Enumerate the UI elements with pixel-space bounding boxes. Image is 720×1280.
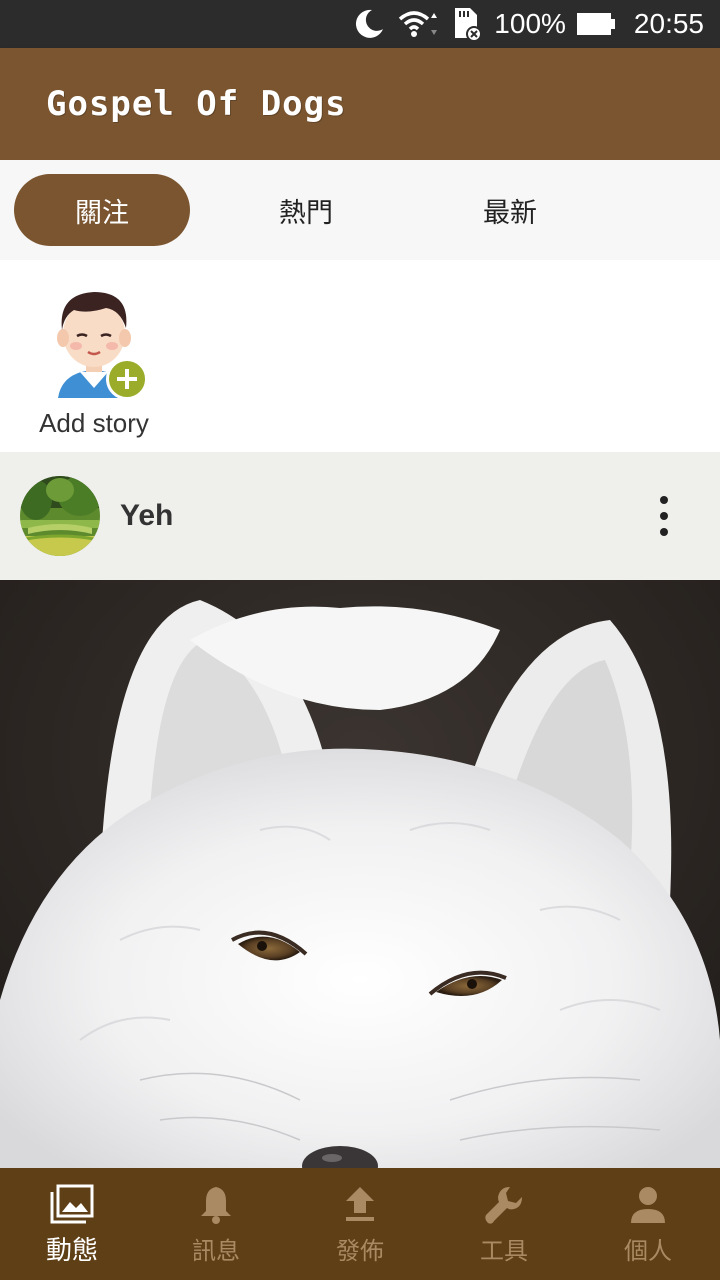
stories-row: Add story [0, 260, 720, 452]
add-icon[interactable] [106, 358, 148, 400]
bottom-navigation: 動態 訊息 發佈 工具 個人 [0, 1168, 720, 1280]
status-bar: 100% 20:55 [0, 0, 720, 48]
post-photo[interactable] [0, 580, 720, 1168]
more-vertical-icon[interactable] [654, 496, 674, 536]
photo-library-icon [50, 1182, 94, 1226]
nav-feed[interactable]: 動態 [0, 1168, 144, 1280]
nav-tools[interactable]: 工具 [432, 1168, 576, 1280]
feed-tabs: 關注 熱門 最新 [0, 160, 720, 260]
tab-following[interactable]: 關注 [14, 174, 190, 246]
wifi-icon [396, 0, 440, 48]
nav-messages[interactable]: 訊息 [144, 1168, 288, 1280]
app-title: Gospel Of Dogs [46, 84, 347, 124]
battery-icon [576, 0, 616, 48]
nav-profile[interactable]: 個人 [576, 1168, 720, 1280]
post-header: Yeh [0, 452, 720, 580]
moon-icon [352, 0, 386, 48]
user-avatar[interactable] [20, 476, 100, 556]
nav-messages-label: 訊息 [192, 1236, 240, 1265]
wrench-icon [482, 1183, 526, 1227]
post-username[interactable]: Yeh [120, 499, 173, 533]
nav-tools-label: 工具 [480, 1236, 528, 1265]
nav-feed-label: 動態 [45, 1235, 98, 1266]
tab-latest[interactable]: 最新 [422, 174, 598, 246]
clock: 20:55 [633, 8, 704, 39]
upload-icon [342, 1183, 378, 1227]
app-bar: Gospel Of Dogs [0, 48, 720, 160]
nav-publish-label: 發佈 [336, 1236, 384, 1265]
nav-profile-label: 個人 [624, 1236, 672, 1265]
add-story-item[interactable]: Add story [30, 280, 158, 439]
sd-card-icon [450, 0, 483, 48]
story-avatar[interactable] [44, 280, 148, 400]
add-story-label: Add story [39, 408, 149, 438]
tab-popular[interactable]: 熱門 [218, 174, 394, 246]
person-icon [628, 1183, 668, 1227]
bell-icon [198, 1183, 234, 1227]
nav-publish[interactable]: 發佈 [288, 1168, 432, 1280]
battery-percent: 100% [494, 8, 566, 39]
